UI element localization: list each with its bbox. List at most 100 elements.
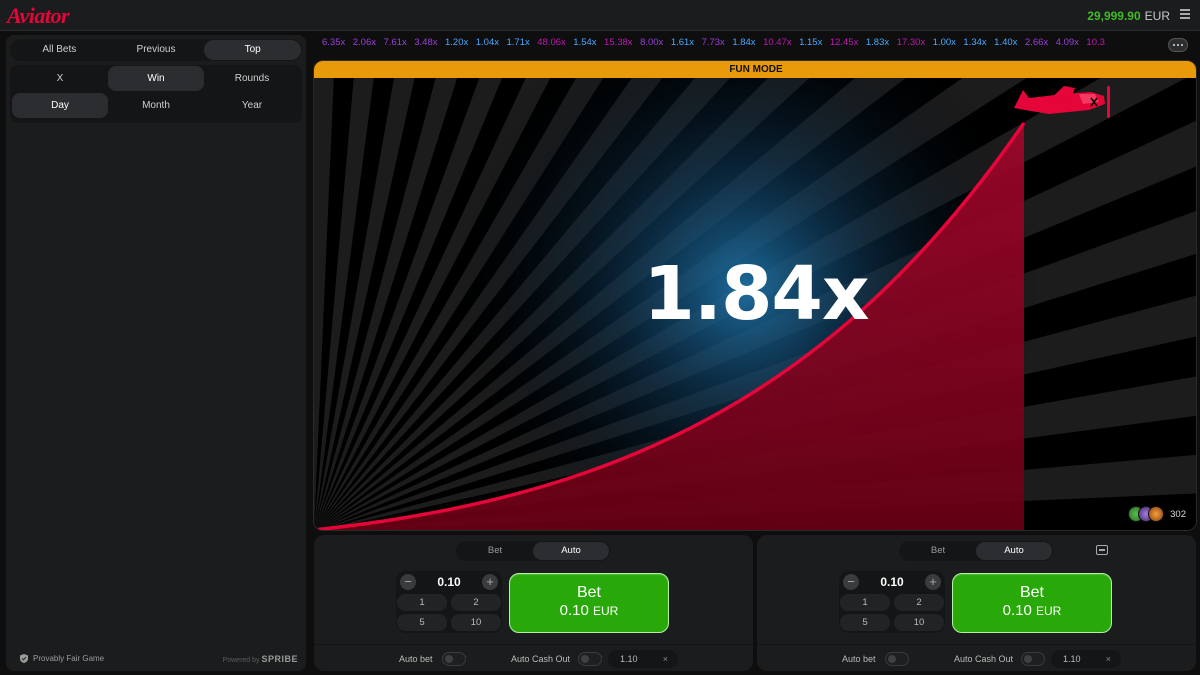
- amount-input[interactable]: 0.10: [416, 575, 482, 589]
- history-multiplier[interactable]: 2.66x: [1025, 37, 1048, 48]
- filter-month[interactable]: Month: [108, 93, 204, 118]
- auto-cashout-toggle[interactable]: [578, 652, 602, 666]
- auto-cashout-input[interactable]: 1.10 ×: [608, 650, 678, 668]
- quick-amount-10[interactable]: 10: [894, 614, 944, 631]
- history-multiplier[interactable]: 1.15x: [799, 37, 822, 48]
- bets-tabs: All Bets Previous Top: [10, 39, 302, 61]
- history-multiplier[interactable]: 1.04x: [476, 37, 499, 48]
- history-multiplier[interactable]: 10.3: [1086, 37, 1105, 48]
- game-canvas: FUN MODE 1.84x 302: [313, 60, 1197, 531]
- auto-row: Auto bet Auto Cash Out 1.10 ×: [757, 644, 1196, 671]
- clear-icon[interactable]: ×: [663, 650, 668, 668]
- increase-button[interactable]: +: [482, 574, 498, 590]
- history-multiplier[interactable]: 2.06x: [353, 37, 376, 48]
- aviator-logo: Aviator: [7, 3, 70, 28]
- history-multiplier[interactable]: 1.34x: [963, 37, 986, 48]
- auto-row: Auto bet Auto Cash Out 1.10 ×: [314, 644, 753, 671]
- decrease-button[interactable]: −: [400, 574, 416, 590]
- history-more-button[interactable]: [1168, 38, 1188, 52]
- tab-top[interactable]: Top: [204, 40, 302, 60]
- amount-stepper: − 0.10 +: [396, 574, 502, 592]
- bet-button[interactable]: Bet 0.10 EUR: [952, 573, 1112, 633]
- history-multiplier[interactable]: 1.00x: [933, 37, 956, 48]
- auto-cashout-toggle[interactable]: [1021, 652, 1045, 666]
- quick-amount-10[interactable]: 10: [451, 614, 501, 631]
- auto-bet-toggle[interactable]: [442, 652, 466, 666]
- history-multiplier[interactable]: 7.73x: [702, 37, 725, 48]
- history-multiplier[interactable]: 1.84x: [732, 37, 755, 48]
- remove-panel-button[interactable]: [1094, 545, 1110, 559]
- balance-amount: 29,999.90: [1087, 9, 1141, 23]
- filter-year[interactable]: Year: [204, 93, 300, 118]
- bet-panel-2: Bet Auto − 0.10 + 1 2 5 10 Bet 0.10 EUR …: [757, 535, 1196, 671]
- bet-button[interactable]: Bet 0.10 EUR: [509, 573, 669, 633]
- bets-panel: All Bets Previous Top X Win Rounds Day M…: [6, 35, 306, 671]
- bet-amount-box: − 0.10 + 1 2 5 10: [396, 571, 502, 633]
- auto-cashout-label: Auto Cash Out: [954, 654, 1014, 664]
- filter-x[interactable]: X: [12, 66, 108, 91]
- history-multiplier[interactable]: 17.30x: [897, 37, 926, 48]
- provably-fair-link[interactable]: Provably Fair Game: [20, 654, 104, 663]
- filter-day[interactable]: Day: [12, 93, 108, 118]
- current-multiplier: 1.84x: [643, 251, 869, 337]
- bet-mode-tabs: Bet Auto: [899, 541, 1053, 561]
- bet-button-amount: 0.10 EUR: [953, 602, 1111, 620]
- avatar: [1148, 506, 1165, 522]
- history-multiplier[interactable]: 3.48x: [414, 37, 437, 48]
- hamburger-menu-icon[interactable]: [1180, 9, 1190, 19]
- left-footer: Provably Fair Game Powered by SPRIBE: [6, 647, 306, 671]
- decrease-button[interactable]: −: [843, 574, 859, 590]
- bet-currency: EUR: [593, 604, 619, 618]
- bet-button-label: Bet: [576, 584, 601, 601]
- tab-all-bets[interactable]: All Bets: [11, 40, 108, 60]
- quick-amounts: 1 2 5 10: [839, 594, 945, 631]
- bet-currency: EUR: [1036, 604, 1062, 618]
- quick-amount-1[interactable]: 1: [840, 594, 890, 611]
- increase-button[interactable]: +: [925, 574, 941, 590]
- history-multiplier[interactable]: 48.06x: [537, 37, 566, 48]
- online-players: 302: [1128, 506, 1186, 522]
- tab-bet[interactable]: Bet: [457, 542, 533, 560]
- history-multiplier[interactable]: 1.61x: [671, 37, 694, 48]
- amount-stepper: − 0.10 +: [839, 574, 945, 592]
- history-multiplier[interactable]: 7.61x: [384, 37, 407, 48]
- auto-bet-toggle[interactable]: [885, 652, 909, 666]
- tab-previous[interactable]: Previous: [108, 40, 205, 60]
- provably-fair-label: Provably Fair Game: [33, 654, 105, 663]
- history-multiplier[interactable]: 15.38x: [604, 37, 633, 48]
- history-multiplier[interactable]: 1.40x: [994, 37, 1017, 48]
- history-multiplier[interactable]: 8.00x: [640, 37, 663, 48]
- history-multiplier[interactable]: 1.71x: [507, 37, 530, 48]
- auto-cashout-input[interactable]: 1.10 ×: [1051, 650, 1121, 668]
- auto-bet-label: Auto bet: [399, 654, 433, 664]
- tab-bet[interactable]: Bet: [900, 542, 976, 560]
- tab-auto[interactable]: Auto: [976, 542, 1052, 560]
- tab-auto[interactable]: Auto: [533, 542, 609, 560]
- bet-mode-tabs: Bet Auto: [456, 541, 610, 561]
- bet-amount-value: 0.10: [1002, 602, 1032, 619]
- history-multiplier[interactable]: 12.45x: [830, 37, 859, 48]
- quick-amount-5[interactable]: 5: [840, 614, 890, 631]
- clear-icon[interactable]: ×: [1106, 650, 1111, 668]
- top-bar: Aviator 29,999.90 EUR: [0, 0, 1200, 31]
- filter-type-row: X Win Rounds: [10, 65, 302, 92]
- balance-currency: EUR: [1144, 9, 1170, 23]
- quick-amount-2[interactable]: 2: [894, 594, 944, 611]
- quick-amount-1[interactable]: 1: [397, 594, 447, 611]
- quick-amount-2[interactable]: 2: [451, 594, 501, 611]
- history-multiplier[interactable]: 1.20x: [445, 37, 468, 48]
- balance: 29,999.90 EUR: [1087, 9, 1170, 23]
- quick-amount-5[interactable]: 5: [397, 614, 447, 631]
- filter-win[interactable]: Win: [108, 66, 204, 91]
- history-multiplier[interactable]: 10.47x: [763, 37, 792, 48]
- amount-input[interactable]: 0.10: [859, 575, 925, 589]
- filter-rounds[interactable]: Rounds: [204, 66, 300, 91]
- history-multiplier[interactable]: 1.83x: [866, 37, 889, 48]
- history-multiplier[interactable]: 4.09x: [1056, 37, 1079, 48]
- top-filters: X Win Rounds Day Month Year: [10, 65, 302, 123]
- history-multiplier[interactable]: 1.54x: [573, 37, 596, 48]
- bet-amount-value: 0.10: [559, 602, 589, 619]
- powered-by: Powered by SPRIBE: [223, 654, 298, 664]
- history-multiplier[interactable]: 6.35x: [322, 37, 345, 48]
- quick-amounts: 1 2 5 10: [396, 594, 502, 631]
